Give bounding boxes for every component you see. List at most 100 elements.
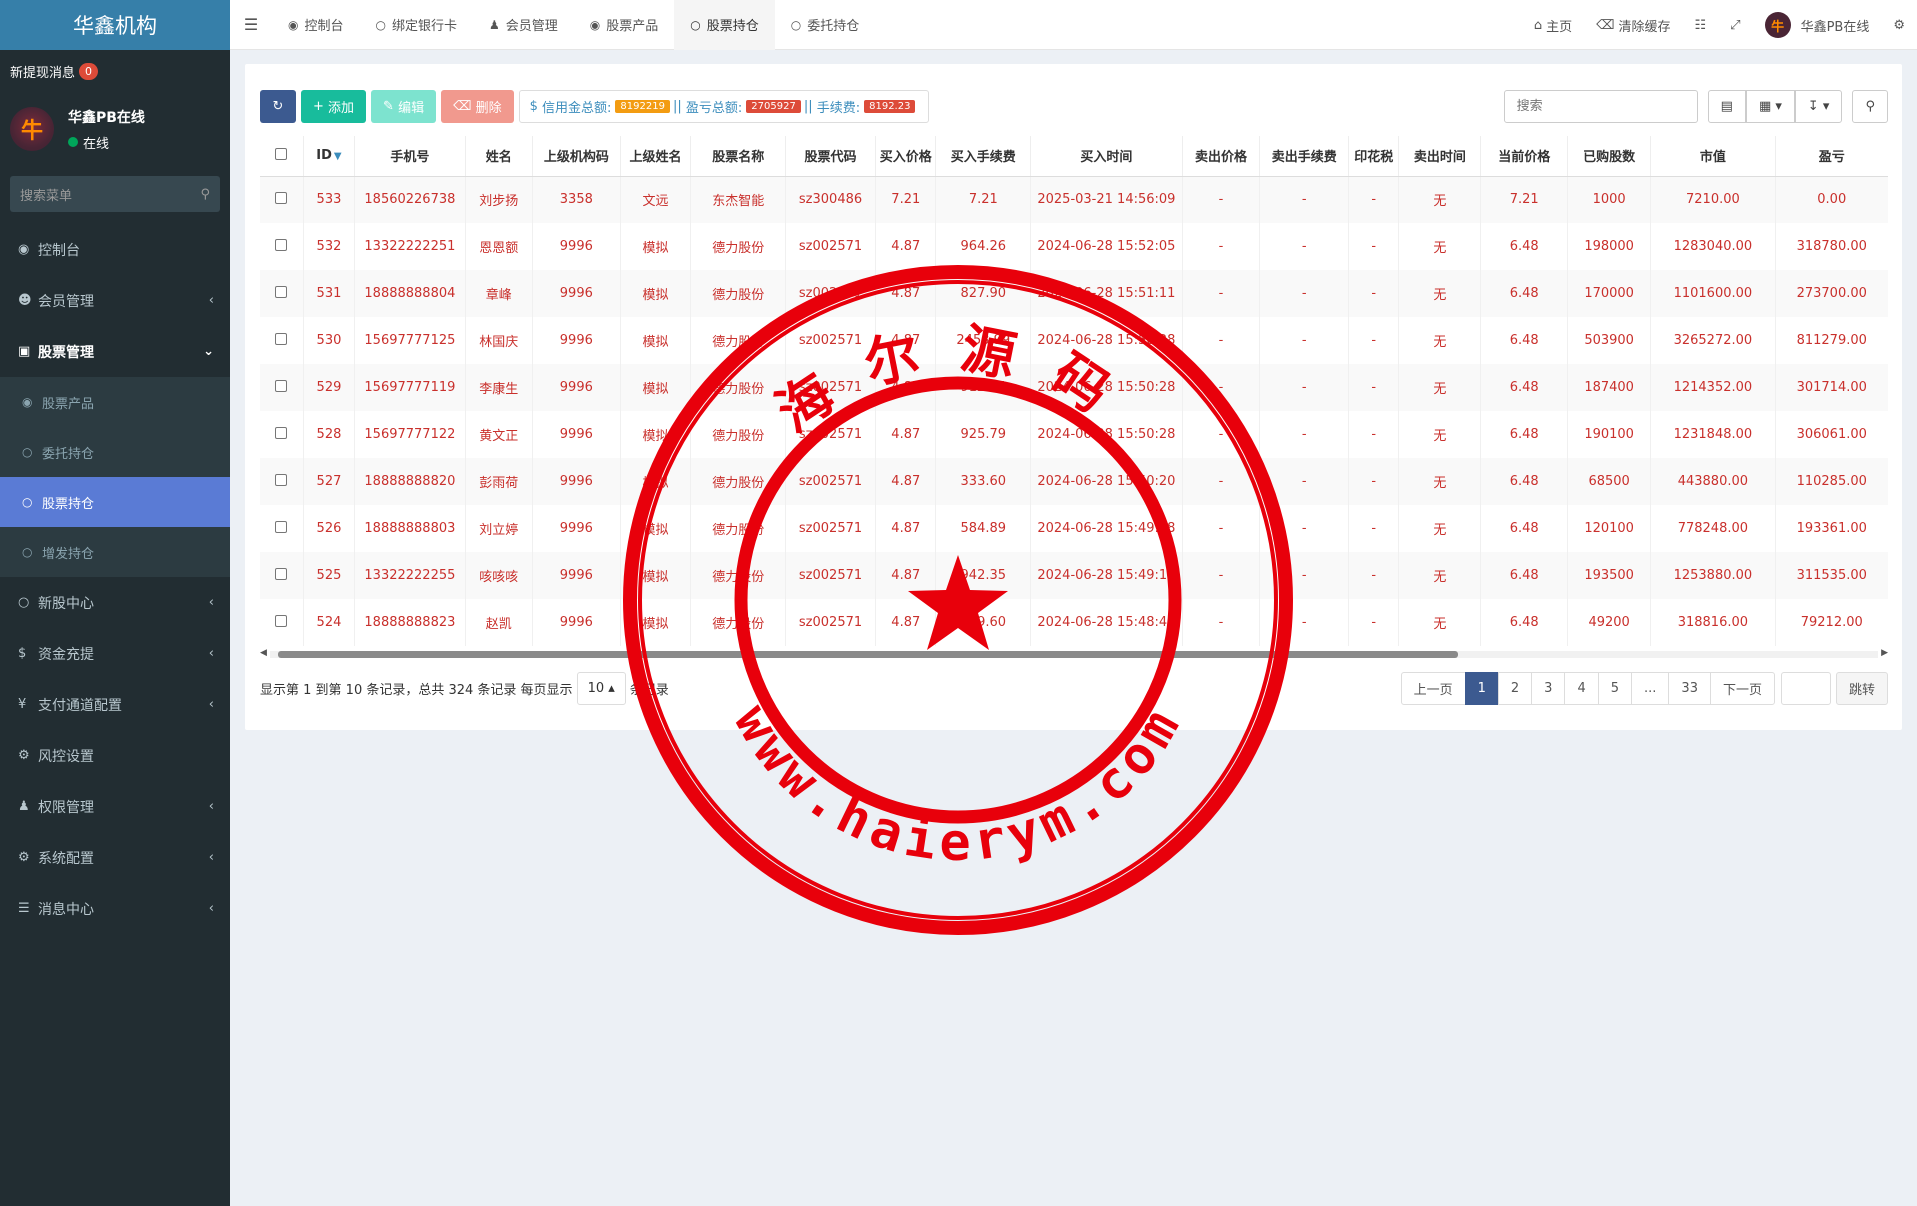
tab-bind-bank-card[interactable]: ○ 绑定银行卡	[360, 0, 474, 50]
column-header[interactable]: 上级机构码	[531, 136, 621, 177]
column-header[interactable]: 卖出价格	[1181, 136, 1260, 177]
clear-cache-button[interactable]: ⌫ 清除缓存	[1584, 16, 1682, 35]
table-row[interactable]: 530 15697777125 林国庆 9996 模拟 德力股份 sz002571 4.87 2…	[260, 317, 1888, 364]
column-header[interactable]: 已购股数	[1567, 136, 1651, 177]
sidebar-item-stock-management[interactable]: ▣ 股票管理 ⌄	[0, 326, 230, 377]
select-all-checkbox[interactable]	[260, 136, 304, 177]
table-row[interactable]: 528 15697777122 黄文正 9996 模拟 德力股份 sz002571 4.87 9…	[260, 411, 1888, 458]
sidebar-item-payment-channels[interactable]: ¥ 支付通道配置 ‹	[0, 679, 230, 730]
table-row[interactable]: 525 13322222255 咳咳咳 9996 模拟 德力股份 sz002571 4.87 9…	[260, 552, 1888, 599]
sort-desc-icon[interactable]: ▼	[334, 151, 342, 162]
table-cell: 2024-06-28 15:48:41	[1030, 599, 1183, 646]
column-header[interactable]: 股票代码	[784, 136, 876, 177]
table-row[interactable]: 533 18560226738 刘步扬 3358 文远 东杰智能 sz300486 7.21 7…	[260, 176, 1888, 223]
page-2-button[interactable]: 2	[1497, 672, 1533, 705]
toggle-view-button[interactable]: ▤	[1707, 90, 1746, 123]
jump-page-input[interactable]	[1780, 672, 1831, 705]
column-header[interactable]: 印花税	[1348, 136, 1399, 177]
edit-button[interactable]: ✎ 编辑	[371, 90, 437, 123]
delete-button[interactable]: ⌫ 删除	[441, 90, 514, 123]
row-checkbox[interactable]	[275, 520, 288, 533]
row-checkbox[interactable]	[275, 191, 288, 204]
table-row[interactable]: 529 15697777119 李康生 9996 模拟 德力股份 sz002571 4.87 9…	[260, 364, 1888, 411]
column-header[interactable]: 卖出手续费	[1259, 136, 1349, 177]
scroll-thumb[interactable]	[278, 651, 1458, 658]
page-33-button[interactable]: 33	[1668, 672, 1711, 705]
column-header[interactable]: 买入手续费	[935, 136, 1031, 177]
scroll-left-icon[interactable]: ◀	[260, 648, 267, 658]
column-header[interactable]: 买入价格	[875, 136, 936, 177]
sidebar-item-dashboard[interactable]: ◉ 控制台	[0, 224, 230, 275]
table-row[interactable]: 524 18888888823 赵凯 9996 模拟 德力股份 sz002571 4.87 23…	[260, 599, 1888, 646]
row-checkbox[interactable]	[275, 614, 288, 627]
row-checkbox[interactable]	[275, 567, 288, 580]
column-header[interactable]: ID ▼	[302, 136, 355, 177]
sidebar-subitem-additional-positions[interactable]: ○ 增发持仓	[0, 527, 230, 577]
sidebar-item-permissions[interactable]: ♟ 权限管理 ‹	[0, 781, 230, 832]
scroll-right-icon[interactable]: ▶	[1881, 648, 1888, 658]
row-checkbox[interactable]	[275, 238, 288, 251]
sidebar-item-funds[interactable]: $ 资金充提 ‹	[0, 628, 230, 679]
row-checkbox[interactable]	[275, 332, 288, 345]
table-search-input[interactable]	[1503, 90, 1698, 123]
sidebar-item-system-config[interactable]: ⚙ 系统配置 ‹	[0, 832, 230, 883]
tab-entrust-positions[interactable]: ○ 委托持仓	[775, 0, 876, 50]
next-page-button[interactable]: 下一页	[1709, 672, 1775, 705]
jump-button[interactable]: 跳转	[1835, 672, 1888, 705]
export-button[interactable]: ↧ ▾	[1794, 90, 1843, 123]
card-view-icon: ▤	[1720, 99, 1733, 114]
sidebar-item-messages[interactable]: ☰ 消息中心 ‹	[0, 883, 230, 934]
sidebar-toggle-icon[interactable]: ☰	[230, 15, 272, 34]
prev-page-button[interactable]: 上一页	[1400, 672, 1466, 705]
search-icon[interactable]: ⚲	[200, 187, 210, 202]
new-withdraw-notice[interactable]: 新提现消息 0	[0, 50, 230, 92]
sidebar-subitem-stock-products[interactable]: ◉ 股票产品	[0, 377, 230, 427]
row-checkbox[interactable]	[275, 426, 288, 439]
row-checkbox[interactable]	[275, 379, 288, 392]
advanced-search-button[interactable]: ⚲	[1852, 90, 1888, 123]
tab-stock-positions[interactable]: ○ 股票持仓	[674, 0, 775, 50]
tab-member-management[interactable]: ♟ 会员管理	[473, 0, 574, 50]
table-row[interactable]: 527 18888888820 彭雨荷 9996 模拟 德力股份 sz002571 4.87 3…	[260, 458, 1888, 505]
sidebar-item-label: 新股中心	[38, 595, 94, 612]
column-header[interactable]: 盈亏	[1774, 136, 1888, 177]
page-1-button[interactable]: 1	[1464, 672, 1499, 705]
sidebar-subitem-entrust-positions[interactable]: ○ 委托持仓	[0, 427, 230, 477]
tab-dashboard[interactable]: ◉ 控制台	[272, 0, 360, 50]
column-header[interactable]: 买入时间	[1030, 136, 1183, 177]
horizontal-scrollbar[interactable]: ◀ ▶	[260, 648, 1888, 660]
column-header[interactable]: 姓名	[464, 136, 533, 177]
translate-icon[interactable]: ☷	[1683, 18, 1719, 33]
page-4-button[interactable]: 4	[1564, 672, 1599, 705]
page-size-select[interactable]: 10 ▴	[576, 672, 626, 705]
page-5-button[interactable]: 5	[1597, 672, 1633, 705]
column-header[interactable]: 股票名称	[690, 136, 786, 177]
add-button[interactable]: + 添加	[301, 90, 367, 123]
column-header[interactable]: 当前价格	[1480, 136, 1568, 177]
page-3-button[interactable]: 3	[1531, 672, 1566, 705]
sidebar-item-risk-settings[interactable]: ⚙ 风控设置	[0, 730, 230, 781]
column-header[interactable]: 手机号	[354, 136, 466, 177]
columns-button[interactable]: ▦ ▾	[1745, 90, 1795, 123]
home-link[interactable]: ⌂ 主页	[1522, 16, 1584, 35]
checkbox-icon[interactable]	[275, 147, 288, 160]
refresh-button[interactable]: ↻	[260, 90, 296, 123]
user-menu[interactable]: 牛华鑫PB在线	[1753, 12, 1882, 38]
sidebar-subitem-stock-positions[interactable]: ○ 股票持仓	[0, 477, 230, 527]
fullscreen-icon[interactable]: ⤢	[1718, 18, 1752, 33]
brand-logo[interactable]: 华鑫机构	[0, 0, 230, 50]
column-header[interactable]: 上级姓名	[619, 136, 691, 177]
row-checkbox[interactable]	[275, 473, 288, 486]
column-header[interactable]: 卖出时间	[1398, 136, 1481, 177]
table-row[interactable]: 531 18888888804 章峰 9996 模拟 德力股份 sz002571 4.87 82…	[260, 270, 1888, 317]
dot-circle-icon: ◉	[589, 17, 601, 32]
sidebar-item-ipo-center[interactable]: ○ 新股中心 ‹	[0, 577, 230, 628]
menu-search-input[interactable]: 搜索菜单 ⚲	[10, 176, 220, 212]
settings-icon[interactable]: ⚙	[1881, 18, 1917, 33]
column-header[interactable]: 市值	[1650, 136, 1776, 177]
row-checkbox[interactable]	[275, 285, 288, 298]
table-row[interactable]: 526 18888888803 刘立婷 9996 模拟 德力股份 sz002571 4.87 5…	[260, 505, 1888, 552]
table-row[interactable]: 532 13322222251 恩恩额 9996 模拟 德力股份 sz002571 4.87 9…	[260, 223, 1888, 270]
sidebar-item-members[interactable]: ☻ 会员管理 ‹	[0, 275, 230, 326]
tab-stock-products[interactable]: ◉ 股票产品	[574, 0, 675, 50]
